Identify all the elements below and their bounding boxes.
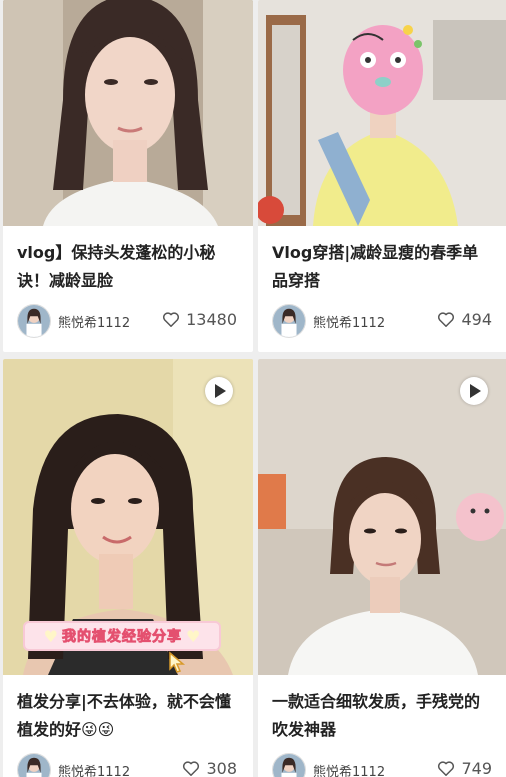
heart-icon: ♥ xyxy=(43,626,58,646)
play-icon[interactable] xyxy=(460,377,488,405)
author-name[interactable]: 熊悦希1112 xyxy=(313,312,385,331)
note-card[interactable]: vlog】保持头发蓬松的小秘诀！减龄显脸 熊悦希1112 13480 xyxy=(3,0,253,352)
like-count: 494 xyxy=(461,310,492,329)
note-cover-image[interactable] xyxy=(3,0,253,226)
cover-caption-text: 我的植发经验分享 xyxy=(62,629,182,646)
heart-icon: ♥ xyxy=(186,626,201,646)
heart-outline-icon xyxy=(437,760,455,777)
like-count: 308 xyxy=(206,759,237,777)
note-cover-image[interactable] xyxy=(258,0,506,226)
author-name[interactable]: 熊悦希1112 xyxy=(58,761,130,777)
note-title[interactable]: 一款适合细软发质，手残党的吹发神器 xyxy=(258,675,506,747)
author-name[interactable]: 熊悦希1112 xyxy=(313,761,385,777)
notes-feed: vlog】保持头发蓬松的小秘诀！减龄显脸 熊悦希1112 13480 Vlog穿… xyxy=(0,0,506,777)
heart-outline-icon xyxy=(162,311,180,328)
pointer-cursor-icon xyxy=(168,651,186,673)
note-meta: 熊悦希1112 13480 xyxy=(3,298,253,344)
author-avatar[interactable] xyxy=(17,753,51,777)
note-title[interactable]: Vlog穿搭|减龄显瘦的春季单品穿搭 xyxy=(258,226,506,298)
author-avatar[interactable] xyxy=(272,753,306,777)
like-button[interactable]: 13480 xyxy=(162,310,237,329)
heart-outline-icon xyxy=(437,311,455,328)
play-icon[interactable] xyxy=(205,377,233,405)
heart-outline-icon xyxy=(182,760,200,777)
note-meta: 熊悦希1112 494 xyxy=(258,298,506,344)
note-cover-image[interactable]: ♥ 我的植发经验分享 ♥ xyxy=(3,359,253,675)
like-button[interactable]: 308 xyxy=(182,759,237,777)
note-card[interactable]: 一款适合细软发质，手残党的吹发神器 熊悦希1112 749 xyxy=(258,359,506,777)
author-avatar[interactable] xyxy=(272,304,306,338)
note-title[interactable]: 植发分享|不去体验，就不会懂植发的好😜😜 xyxy=(3,675,253,747)
like-button[interactable]: 749 xyxy=(437,759,492,777)
cover-caption-banner: ♥ 我的植发经验分享 ♥ xyxy=(23,621,221,651)
note-card[interactable]: Vlog穿搭|减龄显瘦的春季单品穿搭 熊悦希1112 494 xyxy=(258,0,506,352)
author-avatar[interactable] xyxy=(17,304,51,338)
note-cover-image[interactable] xyxy=(258,359,506,675)
like-count: 13480 xyxy=(186,310,237,329)
note-meta: 熊悦希1112 308 xyxy=(3,747,253,777)
note-card[interactable]: ♥ 我的植发经验分享 ♥ 植发分享|不去体验，就不会懂植发的好😜😜 熊悦希111… xyxy=(3,359,253,777)
note-title[interactable]: vlog】保持头发蓬松的小秘诀！减龄显脸 xyxy=(3,226,253,298)
author-name[interactable]: 熊悦希1112 xyxy=(58,312,130,331)
note-meta: 熊悦希1112 749 xyxy=(258,747,506,777)
like-button[interactable]: 494 xyxy=(437,310,492,329)
like-count: 749 xyxy=(461,759,492,777)
